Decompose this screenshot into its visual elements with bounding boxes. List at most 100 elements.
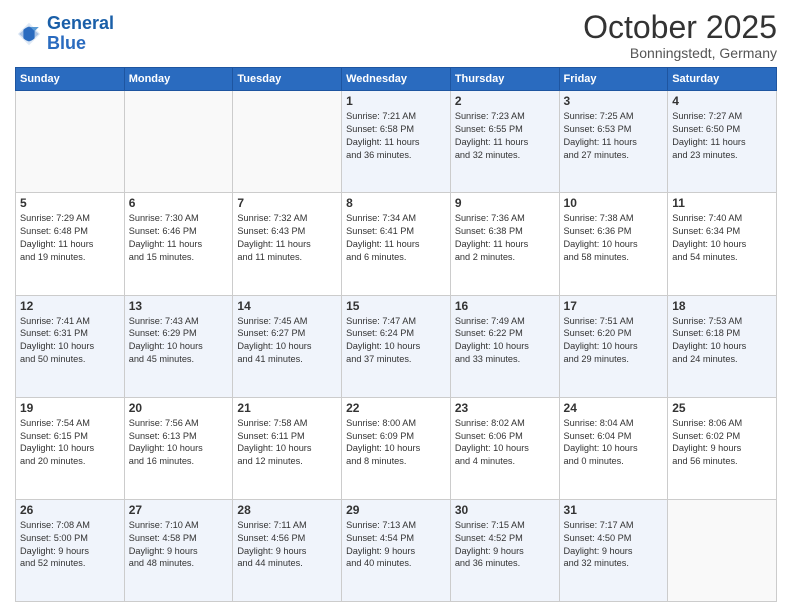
logo: General Blue bbox=[15, 14, 114, 54]
day-info: Sunrise: 7:11 AM Sunset: 4:56 PM Dayligh… bbox=[237, 519, 337, 571]
day-info: Sunrise: 7:54 AM Sunset: 6:15 PM Dayligh… bbox=[20, 417, 120, 469]
day-number: 22 bbox=[346, 401, 446, 415]
weekday-header: Tuesday bbox=[233, 68, 342, 91]
day-number: 4 bbox=[672, 94, 772, 108]
logo-line2: Blue bbox=[47, 33, 86, 53]
weekday-header: Wednesday bbox=[342, 68, 451, 91]
calendar-cell: 4 Sunrise: 7:27 AM Sunset: 6:50 PM Daylig… bbox=[668, 91, 777, 193]
calendar-cell: 15Sunrise: 7:47 AM Sunset: 6:24 PM Dayli… bbox=[342, 295, 451, 397]
calendar-cell: 17 Sunrise: 7:51 AM Sunset: 6:20 PM Dayli… bbox=[559, 295, 668, 397]
page: General Blue October 2025 Bonningstedt, … bbox=[0, 0, 792, 612]
calendar-week-row: 12Sunrise: 7:41 AM Sunset: 6:31 PM Dayli… bbox=[16, 295, 777, 397]
calendar-cell bbox=[668, 499, 777, 601]
calendar-cell: 14Sunrise: 7:45 AM Sunset: 6:27 PM Dayli… bbox=[233, 295, 342, 397]
calendar-cell: 24Sunrise: 8:04 AM Sunset: 6:04 PM Dayli… bbox=[559, 397, 668, 499]
weekday-header: Monday bbox=[124, 68, 233, 91]
day-info: Sunrise: 7:27 AM Sunset: 6:50 PM Dayligh… bbox=[672, 110, 772, 162]
day-info: Sunrise: 7:53 AM Sunset: 6:18 PM Dayligh… bbox=[672, 315, 772, 367]
day-number: 2 bbox=[455, 94, 555, 108]
calendar-cell: 8 Sunrise: 7:34 AM Sunset: 6:41 PM Daylig… bbox=[342, 193, 451, 295]
calendar-cell: 30 Sunrise: 7:15 AM Sunset: 4:52 PM Dayli… bbox=[450, 499, 559, 601]
day-number: 3 bbox=[564, 94, 664, 108]
day-info: Sunrise: 7:45 AM Sunset: 6:27 PM Dayligh… bbox=[237, 315, 337, 367]
month-title: October 2025 bbox=[583, 10, 777, 45]
day-info: Sunrise: 7:10 AM Sunset: 4:58 PM Dayligh… bbox=[129, 519, 229, 571]
title-block: October 2025 Bonningstedt, Germany bbox=[583, 10, 777, 61]
day-number: 1 bbox=[346, 94, 446, 108]
header: General Blue October 2025 Bonningstedt, … bbox=[15, 10, 777, 61]
calendar-cell: 5 Sunrise: 7:29 AM Sunset: 6:48 PM Daylig… bbox=[16, 193, 125, 295]
calendar-cell: 27Sunrise: 7:10 AM Sunset: 4:58 PM Dayli… bbox=[124, 499, 233, 601]
day-info: Sunrise: 7:25 AM Sunset: 6:53 PM Dayligh… bbox=[564, 110, 664, 162]
calendar-cell: 25 Sunrise: 8:06 AM Sunset: 6:02 PM Dayli… bbox=[668, 397, 777, 499]
day-info: Sunrise: 7:23 AM Sunset: 6:55 PM Dayligh… bbox=[455, 110, 555, 162]
day-info: Sunrise: 7:36 AM Sunset: 6:38 PM Dayligh… bbox=[455, 212, 555, 264]
day-number: 19 bbox=[20, 401, 120, 415]
calendar-cell: 9Sunrise: 7:36 AM Sunset: 6:38 PM Daylig… bbox=[450, 193, 559, 295]
day-number: 11 bbox=[672, 196, 772, 210]
day-info: Sunrise: 7:34 AM Sunset: 6:41 PM Dayligh… bbox=[346, 212, 446, 264]
day-info: Sunrise: 7:17 AM Sunset: 4:50 PM Dayligh… bbox=[564, 519, 664, 571]
calendar-cell: 31 Sunrise: 7:17 AM Sunset: 4:50 PM Dayli… bbox=[559, 499, 668, 601]
day-info: Sunrise: 7:40 AM Sunset: 6:34 PM Dayligh… bbox=[672, 212, 772, 264]
day-info: Sunrise: 7:32 AM Sunset: 6:43 PM Dayligh… bbox=[237, 212, 337, 264]
day-info: Sunrise: 8:06 AM Sunset: 6:02 PM Dayligh… bbox=[672, 417, 772, 469]
calendar-cell: 18Sunrise: 7:53 AM Sunset: 6:18 PM Dayli… bbox=[668, 295, 777, 397]
day-number: 6 bbox=[129, 196, 229, 210]
calendar-cell: 23 Sunrise: 8:02 AM Sunset: 6:06 PM Dayli… bbox=[450, 397, 559, 499]
day-number: 25 bbox=[672, 401, 772, 415]
calendar-cell: 7Sunrise: 7:32 AM Sunset: 6:43 PM Daylig… bbox=[233, 193, 342, 295]
location: Bonningstedt, Germany bbox=[583, 45, 777, 61]
weekday-header: Saturday bbox=[668, 68, 777, 91]
calendar-cell: 26Sunrise: 7:08 AM Sunset: 5:00 PM Dayli… bbox=[16, 499, 125, 601]
day-number: 17 bbox=[564, 299, 664, 313]
calendar-cell: 28Sunrise: 7:11 AM Sunset: 4:56 PM Dayli… bbox=[233, 499, 342, 601]
day-info: Sunrise: 7:21 AM Sunset: 6:58 PM Dayligh… bbox=[346, 110, 446, 162]
day-number: 15 bbox=[346, 299, 446, 313]
day-info: Sunrise: 7:41 AM Sunset: 6:31 PM Dayligh… bbox=[20, 315, 120, 367]
calendar-cell: 2 Sunrise: 7:23 AM Sunset: 6:55 PM Daylig… bbox=[450, 91, 559, 193]
calendar-cell bbox=[16, 91, 125, 193]
day-info: Sunrise: 7:38 AM Sunset: 6:36 PM Dayligh… bbox=[564, 212, 664, 264]
day-number: 13 bbox=[129, 299, 229, 313]
calendar-cell: 6Sunrise: 7:30 AM Sunset: 6:46 PM Daylig… bbox=[124, 193, 233, 295]
day-number: 20 bbox=[129, 401, 229, 415]
day-number: 23 bbox=[455, 401, 555, 415]
calendar-cell: 1 Sunrise: 7:21 AM Sunset: 6:58 PM Daylig… bbox=[342, 91, 451, 193]
weekday-header: Friday bbox=[559, 68, 668, 91]
day-info: Sunrise: 7:43 AM Sunset: 6:29 PM Dayligh… bbox=[129, 315, 229, 367]
calendar-header-row: SundayMondayTuesdayWednesdayThursdayFrid… bbox=[16, 68, 777, 91]
calendar-week-row: 19 Sunrise: 7:54 AM Sunset: 6:15 PM Dayli… bbox=[16, 397, 777, 499]
calendar-cell: 16Sunrise: 7:49 AM Sunset: 6:22 PM Dayli… bbox=[450, 295, 559, 397]
calendar-week-row: 26Sunrise: 7:08 AM Sunset: 5:00 PM Dayli… bbox=[16, 499, 777, 601]
weekday-header: Sunday bbox=[16, 68, 125, 91]
calendar-cell: 13 Sunrise: 7:43 AM Sunset: 6:29 PM Dayli… bbox=[124, 295, 233, 397]
calendar-cell: 12Sunrise: 7:41 AM Sunset: 6:31 PM Dayli… bbox=[16, 295, 125, 397]
day-number: 21 bbox=[237, 401, 337, 415]
calendar-cell: 22 Sunrise: 8:00 AM Sunset: 6:09 PM Dayli… bbox=[342, 397, 451, 499]
day-info: Sunrise: 8:02 AM Sunset: 6:06 PM Dayligh… bbox=[455, 417, 555, 469]
weekday-header: Thursday bbox=[450, 68, 559, 91]
calendar-cell bbox=[124, 91, 233, 193]
day-info: Sunrise: 7:15 AM Sunset: 4:52 PM Dayligh… bbox=[455, 519, 555, 571]
calendar-table: SundayMondayTuesdayWednesdayThursdayFrid… bbox=[15, 67, 777, 602]
day-info: Sunrise: 7:56 AM Sunset: 6:13 PM Dayligh… bbox=[129, 417, 229, 469]
logo-icon bbox=[15, 20, 43, 48]
day-info: Sunrise: 8:00 AM Sunset: 6:09 PM Dayligh… bbox=[346, 417, 446, 469]
day-number: 5 bbox=[20, 196, 120, 210]
calendar-cell: 10 Sunrise: 7:38 AM Sunset: 6:36 PM Dayli… bbox=[559, 193, 668, 295]
day-number: 29 bbox=[346, 503, 446, 517]
calendar-cell: 11 Sunrise: 7:40 AM Sunset: 6:34 PM Dayli… bbox=[668, 193, 777, 295]
day-info: Sunrise: 7:51 AM Sunset: 6:20 PM Dayligh… bbox=[564, 315, 664, 367]
calendar-cell bbox=[233, 91, 342, 193]
day-number: 8 bbox=[346, 196, 446, 210]
day-info: Sunrise: 7:13 AM Sunset: 4:54 PM Dayligh… bbox=[346, 519, 446, 571]
day-info: Sunrise: 7:58 AM Sunset: 6:11 PM Dayligh… bbox=[237, 417, 337, 469]
calendar-week-row: 1 Sunrise: 7:21 AM Sunset: 6:58 PM Daylig… bbox=[16, 91, 777, 193]
day-number: 30 bbox=[455, 503, 555, 517]
day-number: 10 bbox=[564, 196, 664, 210]
day-number: 24 bbox=[564, 401, 664, 415]
day-number: 31 bbox=[564, 503, 664, 517]
day-info: Sunrise: 7:29 AM Sunset: 6:48 PM Dayligh… bbox=[20, 212, 120, 264]
day-info: Sunrise: 7:49 AM Sunset: 6:22 PM Dayligh… bbox=[455, 315, 555, 367]
